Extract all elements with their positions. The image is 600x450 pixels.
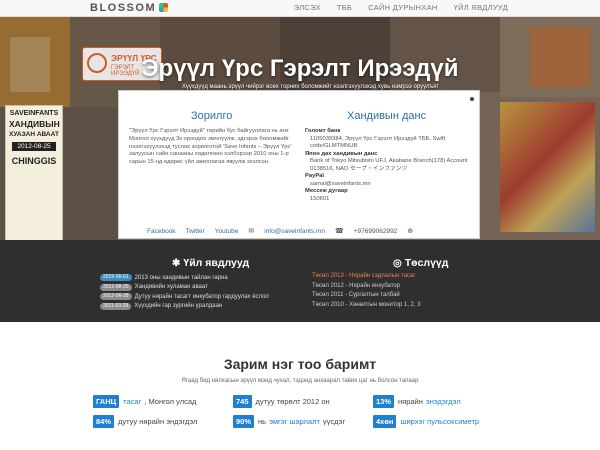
compass-icon: ◎: [393, 258, 402, 269]
poster-text: ХАНДИВЫН: [9, 119, 60, 129]
main-nav: ЭЛСЭХ ТББ САЙН ДУРЫНХАН ҮЙЛ ЯВДЛУУД: [294, 3, 508, 12]
facebook-link[interactable]: Facebook: [147, 228, 176, 235]
fact-badge: 745: [233, 395, 252, 408]
fact-badge: 90%: [233, 415, 255, 428]
fact-badge: ГАНЦ: [93, 395, 120, 408]
project-link[interactable]: Төсөл 2010 - Хөнөлтын монитор 1, 2, 3: [312, 302, 421, 312]
event-title-link[interactable]: Хандивийн хуламан аваат: [135, 284, 208, 290]
project-link[interactable]: Төсөл 2011 - Сургалтын талбай: [312, 292, 421, 302]
event-date-badge: 2011-03-29: [100, 302, 132, 310]
events-list: 2015-06-01 2013 оны хандивын тайлан гарна…: [100, 273, 269, 311]
fact-text: дутуу төрөлт 2012 он: [255, 397, 330, 406]
event-poster: SAVEINFANTS ХАНДИВЫН ХУАЗАН АВААТ 2012-0…: [5, 105, 63, 240]
fact-link[interactable]: ширхэг пульсоксиметр: [400, 417, 479, 426]
brand-logo[interactable]: BLOSSOM: [90, 2, 169, 14]
bank-label: Голомт банк: [305, 128, 341, 134]
fact-text: үүсдэг: [322, 417, 346, 426]
event-date-badge: 2012-06-28: [100, 293, 132, 300]
facts-subtitle: Ягаад бид нялхасын эрүүл мэнд чухал, тэд…: [181, 378, 419, 384]
poster-text: CHINGGIS: [11, 156, 57, 166]
hero-banner: SAVEINFANTS ХАНДИВЫН ХУАЗАН АВААТ 2012-0…: [0, 17, 600, 240]
project-link[interactable]: Төсөл 2012 - Нярайн инкубатор: [312, 283, 421, 293]
project-link[interactable]: Төсөл 2013 - Нярайн сэдлалын тасаг: [312, 273, 421, 283]
event-row[interactable]: 2011-03-29 Хүүхдийн гар зургийн уралдаан: [100, 302, 269, 311]
fact-text: нь: [258, 417, 267, 426]
fact-badge: 84%: [93, 415, 115, 428]
event-row[interactable]: 2012-08-25 Хандивийн хуламан аваат: [100, 283, 269, 292]
event-date-badge: 2012-08-25: [100, 283, 132, 291]
phone-icon: ☎: [335, 228, 344, 235]
poster-text: SAVEINFANTS: [9, 110, 59, 117]
goal-text: "Эрүүл Үрс Гэрэлт Ирээдүй" төрийн бус ба…: [129, 128, 292, 166]
event-row[interactable]: 2012-06-28 Дутуу нярайн тасагт инкубатор …: [100, 292, 269, 301]
fact-text: нярайн: [398, 397, 423, 406]
phone-number: +97699062992: [353, 227, 398, 235]
bank-value: 1105039384, Эрүүл Үрс Гэрэлт Ирээдүй ТББ…: [310, 135, 446, 150]
nav-item-events[interactable]: ҮЙЛ ЯВДЛУУД: [454, 3, 508, 12]
nav-item-ngo[interactable]: ТББ: [337, 3, 352, 12]
event-date-badge: 2015-06-01: [100, 274, 132, 281]
email-link[interactable]: info@saveinfants.mn: [264, 228, 325, 235]
nav-item-volunteers[interactable]: САЙН ДУРЫНХАН: [368, 3, 437, 12]
nav-item-join[interactable]: ЭЛСЭХ: [294, 3, 321, 12]
facts-heading: Зарим нэг тоо баримт: [223, 356, 377, 372]
youtube-link[interactable]: Youtube: [215, 228, 239, 235]
projects-heading-text: Төслүүд: [404, 257, 449, 269]
fact-item: 13% нярайн энэдэгдэл: [373, 395, 464, 408]
paypal-label: PayPal: [305, 173, 325, 180]
projects-heading: ◎ Төслүүд: [393, 257, 448, 269]
brand-text: BLOSSOM: [90, 2, 157, 14]
event-title-link[interactable]: 2013 оны хандивын тайлан гарна: [135, 275, 228, 281]
poster-text: ХУАЗАН АВААТ: [9, 131, 59, 138]
jp-bank-value: Bank of Tokyo Mitsubishi UFJ, Akabane Br…: [310, 158, 468, 172]
fact-item: 84% дутуу нярайн эндэгдэл: [93, 415, 200, 428]
jp-bank-label: Япон дах хандивын данс: [305, 150, 378, 157]
top-navbar: BLOSSOM ЭЛСЭХ ТББ САЙН ДУРЫНХАН ҮЙЛ ЯВДЛ…: [0, 0, 600, 17]
fact-item: ГАНЦ тасаг , Монгол улсад: [93, 395, 199, 408]
donation-heading: Хандивын данс: [347, 110, 427, 122]
events-heading-text: Үйл явдлууд: [183, 257, 250, 269]
fact-badge: 13%: [373, 395, 395, 408]
social-links: Facebook Twitter Youtube ✉ info@saveinfa…: [147, 227, 413, 236]
info-panel: Зорилго Хандивын данс "Эрүүл Үрс Гэрэлт …: [118, 90, 480, 239]
fact-text: дутуу нярайн эндэгдэл: [118, 417, 198, 426]
goal-heading: Зорилго: [191, 110, 233, 122]
blossom-flower-icon: [159, 3, 169, 12]
fact-text: , Монгол улсад: [144, 397, 197, 406]
close-dot-icon[interactable]: [470, 97, 474, 101]
events-projects-section: ✱ Үйл явдлууд ◎ Төслүүд 2015-06-01 2013 оны…: [0, 240, 600, 322]
twitter-link[interactable]: Twitter: [186, 228, 205, 235]
fact-link[interactable]: энэдэгдэл: [426, 397, 461, 406]
logo-ring-icon: [87, 53, 107, 73]
fact-item: 745 дутуу төрөлт 2012 он: [233, 395, 333, 408]
fact-link[interactable]: тасаг: [123, 397, 141, 406]
hero-title: Эрүүл Үрс Гэрэлт Ирээдүй: [141, 55, 459, 82]
email-icon: ✉: [248, 228, 255, 235]
poster-date: 2012-08-25: [12, 142, 56, 151]
fact-item: 90% нь эмгэг шарлалт үүсдэг: [233, 415, 348, 428]
donation-details: Голомт банк 1105039384, Эрүүл Үрс Гэрэлт…: [305, 128, 475, 203]
globe-icon[interactable]: ⊕: [407, 227, 413, 235]
event-title-link[interactable]: Хүүхдийн гар зургийн уралдаан: [134, 303, 222, 309]
sms-value: 150601: [310, 195, 330, 202]
fact-link[interactable]: эмгэг шарлалт: [269, 417, 320, 426]
fact-item: 4хөн ширхэг пульсоксиметр: [373, 415, 482, 428]
fact-badge: 4хөн: [373, 415, 397, 428]
events-icon: ✱: [172, 258, 181, 269]
event-row[interactable]: 2015-06-01 2013 оны хандивын тайлан гарна: [100, 273, 269, 282]
paypal-value: sarnai@saveinfants.mn: [310, 180, 371, 187]
projects-list: Төсөл 2013 - Нярайн сэдлалын тасаг Төсөл …: [312, 273, 421, 311]
sms-label: Мессеж дугаар: [305, 188, 348, 195]
events-heading: ✱ Үйл явдлууд: [172, 257, 249, 269]
event-title-link[interactable]: Дутуу нярайн тасагт инкубатор гардуулах …: [135, 294, 269, 300]
